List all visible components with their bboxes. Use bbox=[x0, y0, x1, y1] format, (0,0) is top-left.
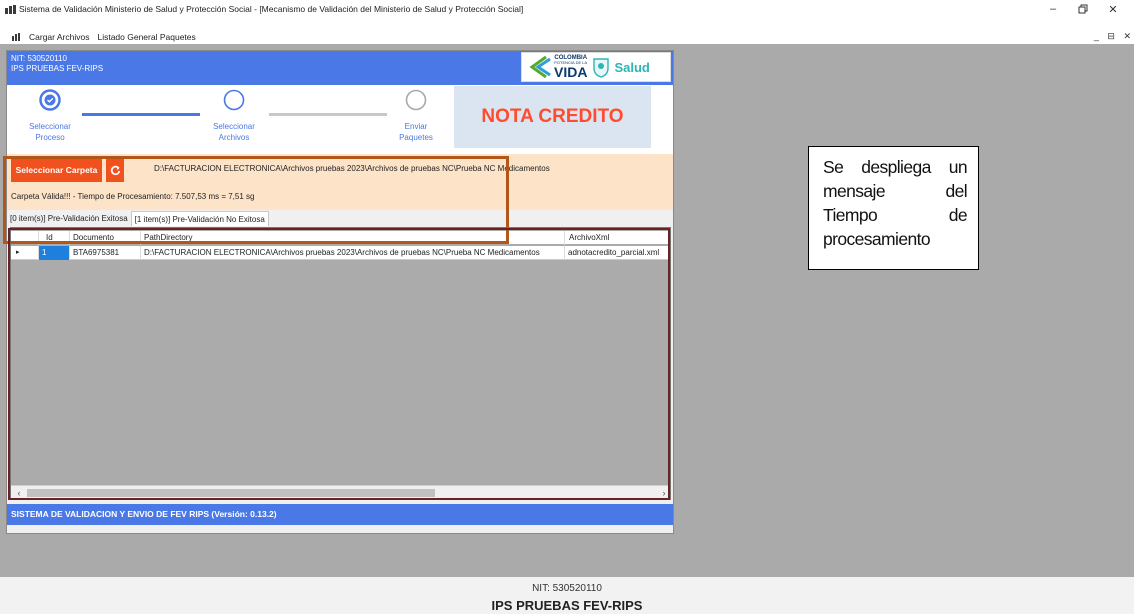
bottom-nit: NIT: 530520110 bbox=[532, 583, 602, 594]
nota-credito-banner: NOTA CREDITO bbox=[454, 86, 651, 148]
tab-pre-validacion-exitosa[interactable]: [0 item(s)] Pre-Validación Exitosa bbox=[7, 211, 131, 226]
version-footer: SISTEMA DE VALIDACION Y ENVIO DE FEV RIP… bbox=[7, 504, 673, 525]
result-tabs: [0 item(s)] Pre-Validación Exitosa [1 it… bbox=[7, 210, 673, 226]
colombia-mark-icon bbox=[529, 55, 551, 79]
seal-icon bbox=[593, 58, 610, 78]
step-active-icon bbox=[223, 89, 245, 111]
menu-bar: Cargar Archivos Listado General Paquetes bbox=[0, 30, 1134, 44]
window-titlebar: Sistema de Validación Ministerio de Salu… bbox=[0, 0, 1134, 18]
step-connector-pending bbox=[269, 113, 387, 116]
close-icon[interactable]: ✕ bbox=[1098, 0, 1128, 18]
grid-header-pathdirectory[interactable]: PathDirectory bbox=[141, 231, 565, 245]
folder-path: D:\FACTURACION ELECTRONICA\Archivos prue… bbox=[154, 164, 550, 173]
step-label-line: Archivos bbox=[218, 133, 250, 142]
restore-icon[interactable] bbox=[1068, 0, 1098, 18]
app-icon bbox=[4, 4, 16, 14]
window-title: Sistema de Validación Ministerio de Salu… bbox=[19, 4, 524, 14]
step-seleccionar-proceso[interactable]: Seleccionar Proceso bbox=[15, 121, 85, 143]
select-folder-button[interactable]: Seleccionar Carpeta bbox=[11, 158, 102, 182]
row-selector-icon[interactable]: ▸ bbox=[11, 246, 39, 260]
folder-panel: Seleccionar Carpeta D:\FACTURACION ELECT… bbox=[7, 154, 673, 210]
scroll-left-icon[interactable]: ‹ bbox=[13, 487, 25, 499]
bottom-ips: IPS PRUEBAS FEV-RIPS bbox=[491, 598, 643, 613]
step-label-line: Proceso bbox=[35, 133, 65, 142]
tab-pre-validacion-no-exitosa[interactable]: [1 item(s)] Pre-Validación No Exitosa bbox=[130, 211, 269, 226]
step-enviar-paquetes[interactable]: Enviar Paquetes bbox=[381, 121, 451, 143]
grid-header: Id Documento PathDirectory ArchivoXml bbox=[11, 231, 670, 245]
step-label-line: Seleccionar bbox=[29, 122, 71, 131]
child-window: NIT: 530520110 IPS PRUEBAS FEV-RIPS COLO… bbox=[6, 50, 674, 534]
step-label-line: Seleccionar bbox=[213, 122, 255, 131]
step-completed-icon bbox=[39, 89, 61, 111]
grid-header-documento[interactable]: Documento bbox=[70, 231, 141, 245]
menu-cargar-archivos[interactable]: Cargar Archivos bbox=[29, 32, 89, 42]
step-pending-icon bbox=[405, 89, 427, 111]
annotation-callout: Se despliega un mensaje del Tiempo de pr… bbox=[808, 146, 979, 270]
mdi-app-icon bbox=[12, 33, 20, 41]
bottom-status-panel: NIT: 530520110 IPS PRUEBAS FEV-RIPS bbox=[0, 577, 1134, 614]
grid-header-selector bbox=[11, 231, 39, 245]
header-nit: NIT: 530520110 bbox=[11, 54, 67, 63]
step-seleccionar-archivos[interactable]: Seleccionar Archivos bbox=[199, 121, 269, 143]
cell-pathdirectory[interactable]: D:\FACTURACION ELECTRONICA\Archivos prue… bbox=[141, 246, 565, 260]
validation-message: Carpeta Válida!!! - Tiempo de Procesamie… bbox=[11, 192, 255, 201]
menu-listado-general-paquetes[interactable]: Listado General Paquetes bbox=[97, 32, 195, 42]
scrollbar-thumb[interactable] bbox=[27, 489, 435, 497]
logo-vida-text: VIDA bbox=[554, 64, 588, 80]
step-label-line: Enviar bbox=[404, 122, 428, 131]
cell-archivoxml[interactable]: adnotacredito_parcial.xml bbox=[565, 246, 670, 260]
grid-header-id[interactable]: Id bbox=[39, 231, 70, 245]
results-grid: Id Documento PathDirectory ArchivoXml ▸ … bbox=[10, 227, 671, 500]
header-ips: IPS PRUEBAS FEV-RIPS bbox=[11, 64, 104, 73]
refresh-icon bbox=[110, 165, 120, 175]
step-connector-done bbox=[82, 113, 200, 116]
minimize-icon[interactable]: – bbox=[1038, 0, 1068, 18]
logo-colombia-salud: COLOMBIA POTENCIA DE LA VIDA Salud bbox=[521, 52, 671, 82]
scroll-right-icon[interactable]: › bbox=[658, 487, 670, 499]
table-row[interactable]: ▸ 1 BTA6975381 D:\FACTURACION ELECTRONIC… bbox=[11, 246, 670, 260]
nota-credito-label: NOTA CREDITO bbox=[481, 106, 624, 127]
horizontal-scrollbar[interactable]: ‹ › bbox=[11, 485, 670, 499]
process-steps: Seleccionar Proceso Seleccionar Archivos… bbox=[7, 85, 673, 154]
grid-header-archivoxml[interactable]: ArchivoXml bbox=[565, 231, 670, 245]
child-header: NIT: 530520110 IPS PRUEBAS FEV-RIPS COLO… bbox=[7, 51, 673, 85]
cell-documento[interactable]: BTA6975381 bbox=[70, 246, 141, 260]
step-label-line: Paquetes bbox=[399, 133, 433, 142]
refresh-button[interactable] bbox=[106, 158, 124, 182]
mdi-window-controls[interactable]: _ ⊟ ✕ bbox=[1094, 31, 1134, 42]
logo-salud-text: Salud bbox=[614, 59, 650, 75]
cell-id[interactable]: 1 bbox=[39, 246, 70, 260]
